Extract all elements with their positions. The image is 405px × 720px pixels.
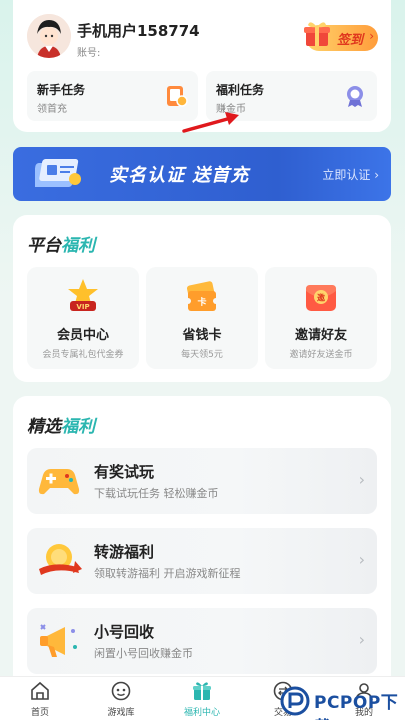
tile-title: 邀请好友 [294,328,347,343]
ticket-card-icon: 卡 [185,281,219,311]
tile-title: 会员中心 [56,328,109,343]
row-title: 转游福利 [94,543,155,561]
verify-now-link[interactable]: 立即认证 › [322,166,379,183]
task-title: 新手任务 [37,83,86,97]
section-title: 精选福利 [27,417,95,437]
member-center-tile[interactable]: VIP 会员中心 会员专属礼包代金券 [27,267,139,369]
red-arrow-annotation-icon [182,112,239,133]
nav-label: 福利中心 [183,708,220,718]
newbie-task-card[interactable]: 新手任务 领首充 [27,71,198,121]
tile-subtitle: 每天领5元 [181,350,223,360]
task-subtitle: 领首充 [37,104,67,115]
row-subtitle: 闲置小号回收赚金币 [94,647,193,660]
chevron-right-icon: › [358,550,365,569]
row-title: 小号回收 [94,623,155,641]
avatar[interactable] [27,14,71,58]
tile-subtitle: 会员专属礼包代金券 [42,350,124,360]
signin-label: 签到 [337,33,364,48]
row-subtitle: 下载试玩任务 轻松赚金币 [94,487,219,500]
chevron-right-icon: › [358,630,365,649]
coin-transfer-icon [39,544,82,575]
svg-text:卡: 卡 [197,296,206,308]
nav-welfare-center[interactable]: 福利中心 [172,680,232,718]
id-card-icon [35,159,81,187]
section-title: 平台福利 [27,236,95,256]
real-name-banner[interactable]: 实名认证 送首充 立即认证 › [13,147,391,201]
svg-text:VIP: VIP [76,303,89,311]
chevron-right-icon: › [358,470,365,489]
account-label: 账号: [77,48,101,59]
nav-label: 首页 [30,708,49,718]
invite-friends-tile[interactable]: 邀 邀请好友 邀请好友送金币 [265,267,377,369]
red-envelope-icon: 邀 [306,285,336,311]
tile-subtitle: 邀请好友送金币 [289,350,353,360]
banner-text: 实名认证 送首充 [109,165,250,186]
svg-text:邀: 邀 [317,293,325,303]
watermark-text: PCPOP下载 [314,693,399,720]
username: 手机用户158774 [77,22,200,40]
task-title: 福利任务 [216,83,265,97]
platform-welfare-section: 平台福利 VIP 会员中心 会员专属礼包代金券 卡 省钱卡 每天领5元 邀 邀请… [13,215,391,382]
medal-icon [347,86,363,107]
nav-label: 游戏库 [107,708,135,718]
row-subtitle: 领取转游福利 开启游戏新征程 [94,567,241,580]
gift-box-icon [304,22,330,46]
signin-button[interactable]: 签到 › [304,22,378,51]
tile-title: 省钱卡 [182,328,222,343]
gamepad-icon [38,469,80,495]
transfer-welfare-row[interactable]: 转游福利 领取转游福利 开启游戏新征程 › [27,528,377,594]
home-icon [31,681,49,700]
nav-home[interactable]: 首页 [10,680,70,718]
pcpop-logo-icon [280,686,310,716]
selected-welfare-section: 精选福利 有奖试玩 下载试玩任务 轻松赚金币 › 转游福利 领取转游福利 开启游… [13,396,391,686]
pcpop-watermark: PCPOP下载 [280,684,405,720]
account-recycle-row[interactable]: 小号回收 闲置小号回收赚金币 › [27,608,377,674]
phone-coin-icon [167,86,188,107]
megaphone-icon [40,624,77,657]
row-title: 有奖试玩 [94,463,155,481]
nav-game-library[interactable]: 游戏库 [91,680,151,718]
signin-chevron-icon: › [369,29,374,43]
gift-icon [193,682,211,700]
trial-play-row[interactable]: 有奖试玩 下载试玩任务 轻松赚金币 › [27,448,377,514]
vip-crown-icon: VIP [68,279,98,311]
savings-card-tile[interactable]: 卡 省钱卡 每天领5元 [146,267,258,369]
game-library-icon [111,681,131,701]
